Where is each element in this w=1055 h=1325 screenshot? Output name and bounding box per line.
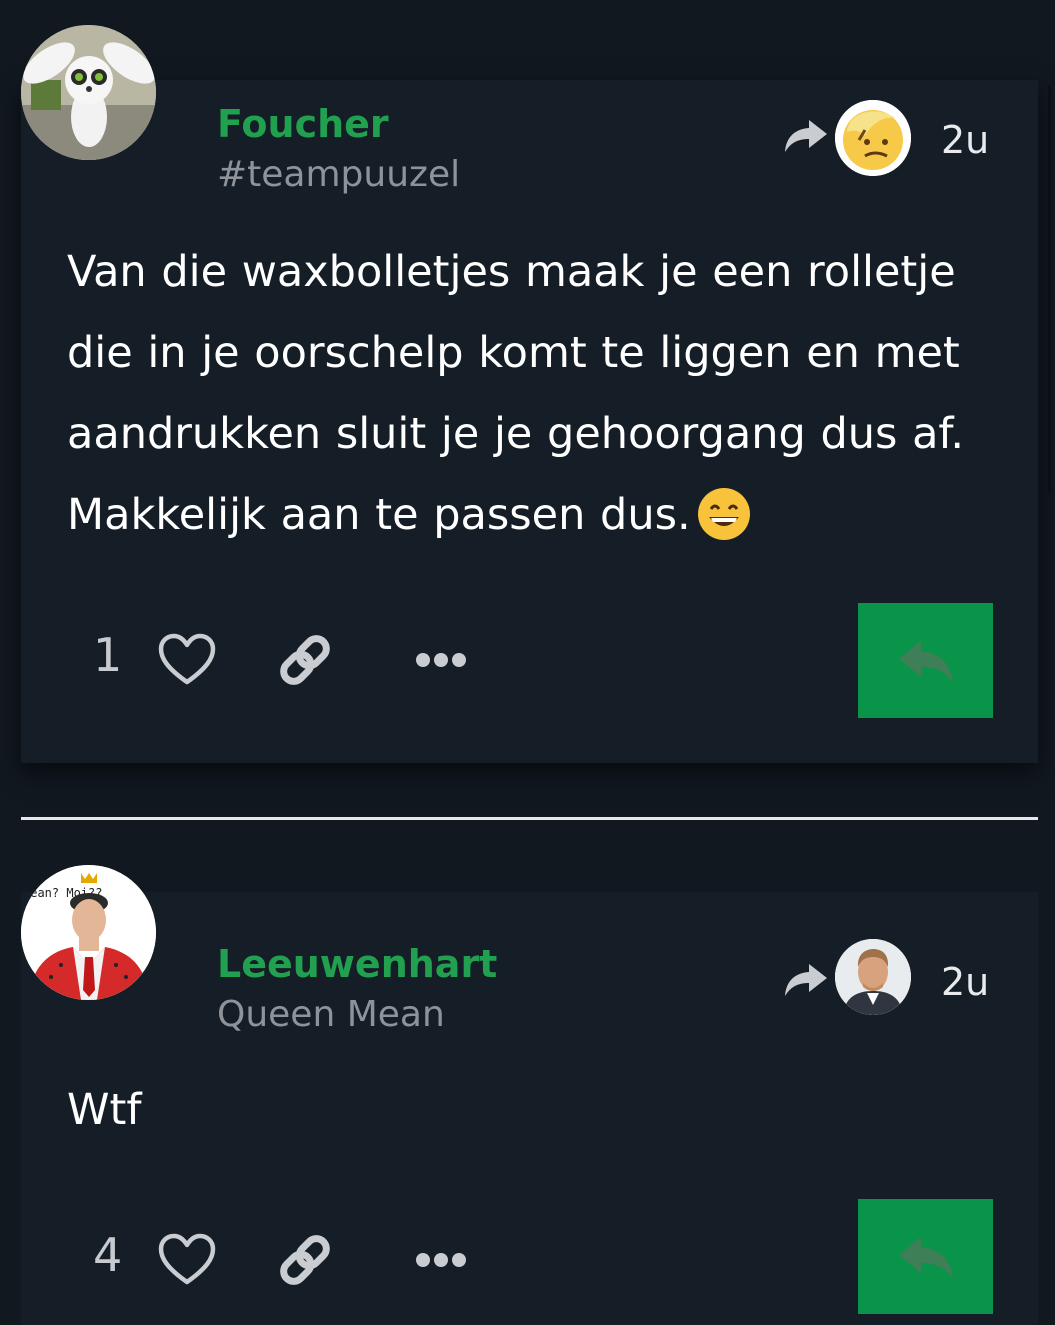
more-options-icon[interactable] — [411, 632, 471, 688]
lemur-avatar-icon — [21, 25, 156, 160]
repost-arrow-icon — [785, 120, 827, 152]
grinning-face-emoji-icon — [697, 488, 750, 540]
username[interactable]: Leeuwenhart — [217, 942, 497, 986]
post-body: Wtf — [67, 1070, 1007, 1151]
post-card: Mean? Moi?? Leeuwenhart Queen Mean 2u Wt… — [21, 865, 1038, 1325]
user-avatar[interactable]: Mean? Moi?? — [21, 865, 156, 1000]
more-options-icon[interactable] — [411, 1232, 471, 1288]
reply-arrow-icon — [898, 640, 953, 683]
reply-button[interactable] — [858, 1199, 993, 1314]
divider — [21, 817, 1038, 820]
user-tagline: Queen Mean — [217, 994, 445, 1035]
king-avatar-icon: Mean? Moi?? — [21, 865, 156, 1000]
repost-arrow-icon — [785, 964, 827, 996]
heart-icon[interactable] — [157, 1232, 217, 1288]
user-tagline: #teampuuzel — [217, 154, 461, 195]
like-count: 4 — [93, 1228, 123, 1282]
reposter-avatar[interactable] — [835, 939, 911, 1015]
heart-icon[interactable] — [157, 632, 217, 688]
link-icon[interactable] — [275, 632, 335, 688]
post-timestamp: 2u — [941, 960, 990, 1004]
post-body-text: Van die waxbolletjes maak je een rolletj… — [67, 247, 965, 540]
reply-button[interactable] — [858, 603, 993, 718]
reply-arrow-icon — [898, 1236, 953, 1279]
like-count: 1 — [93, 628, 123, 682]
post-card: Foucher #teampuuzel 2u Van die waxbollet… — [21, 25, 1038, 763]
emoji-face-avatar-icon — [835, 100, 911, 176]
post-timestamp: 2u — [941, 118, 990, 162]
link-icon[interactable] — [275, 1232, 335, 1288]
post-body-text: Wtf — [67, 1085, 142, 1135]
reposter-avatar[interactable] — [835, 100, 911, 176]
man-portrait-avatar-icon — [835, 939, 911, 1015]
post-body: Van die waxbolletjes maak je een rolletj… — [67, 232, 1007, 556]
scrollbar[interactable] — [1048, 85, 1051, 495]
username[interactable]: Foucher — [217, 102, 389, 146]
user-avatar[interactable] — [21, 25, 156, 160]
